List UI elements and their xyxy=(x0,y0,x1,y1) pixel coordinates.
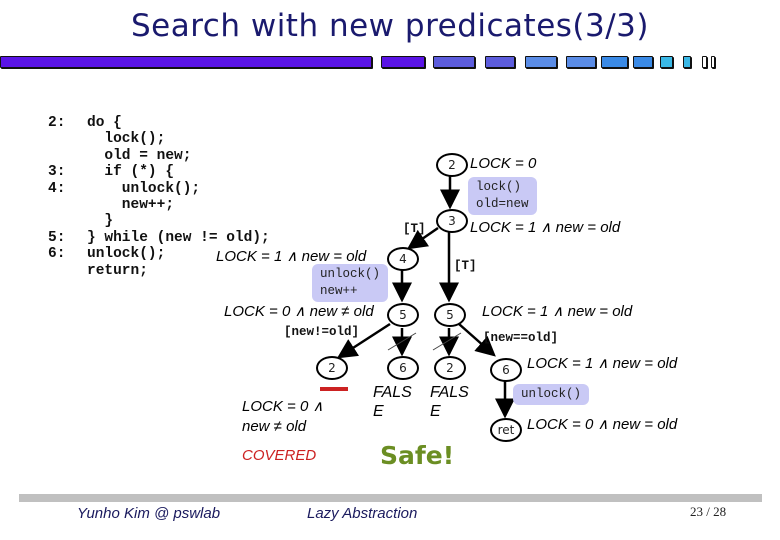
page-number: 23 / 28 xyxy=(690,504,727,519)
tree-node-ret[interactable]: ret xyxy=(490,418,522,442)
op-line: unlock() xyxy=(320,267,381,281)
tree-node-5-right[interactable]: 5 xyxy=(434,303,466,327)
predicate-n4: LOCK = 1 ∧ new = old xyxy=(216,248,367,265)
op-box-unlock-inc: unlock() new++ xyxy=(312,264,389,302)
tree-node-2-root[interactable]: 2 xyxy=(436,153,468,177)
op-box-lock: lock() old=new xyxy=(468,177,537,215)
guard-n3-n5: [T] xyxy=(454,259,477,273)
op-line: old=new xyxy=(476,197,529,211)
covered-marker xyxy=(320,387,348,391)
predicate-n5-right: LOCK = 1 ∧ new = old xyxy=(482,303,633,320)
op-box-unlock: unlock() xyxy=(513,384,590,405)
footer-divider xyxy=(19,494,762,502)
tree-node-5-left[interactable]: 5 xyxy=(387,303,419,327)
predicate-covered-line2: new ≠ old xyxy=(242,418,307,435)
tree-node-2-false[interactable]: 2 xyxy=(434,356,466,380)
safe-result: Safe! xyxy=(380,441,455,470)
op-line: unlock() xyxy=(521,387,582,401)
op-line: lock() xyxy=(476,180,522,194)
op-line: new++ xyxy=(320,284,358,298)
predicate-n6: LOCK = 1 ∧ new = old xyxy=(527,355,678,372)
false-label-n6: FALS E xyxy=(373,384,412,420)
tree-node-3[interactable]: 3 xyxy=(436,209,468,233)
guard-new-ne-old: [new!=old] xyxy=(284,325,360,339)
guard-new-eq-old: [new==old] xyxy=(483,331,559,345)
predicate-n5-left: LOCK = 0 ∧ new ≠ old xyxy=(224,303,374,320)
tree-node-6[interactable]: 6 xyxy=(490,358,522,382)
tree-node-6-false[interactable]: 6 xyxy=(387,356,419,380)
tree-node-4[interactable]: 4 xyxy=(387,247,419,271)
predicate-n3: LOCK = 1 ∧ new = old xyxy=(470,219,621,236)
covered-label: COVERED xyxy=(242,447,317,464)
predicate-ret: LOCK = 0 ∧ new = old xyxy=(527,416,678,433)
false-label-n2: FALS E xyxy=(430,384,469,420)
predicate-n2-root: LOCK = 0 xyxy=(470,155,537,172)
tree-node-2-covered[interactable]: 2 xyxy=(316,356,348,380)
footer-topic: Lazy Abstraction xyxy=(307,505,418,522)
predicate-covered-line1: LOCK = 0 ∧ xyxy=(242,398,324,415)
guard-n3-n4: [T] xyxy=(403,222,426,236)
strike-n5-right-n2 xyxy=(432,332,462,351)
footer-author: Yunho Kim @ pswlab xyxy=(77,505,221,522)
